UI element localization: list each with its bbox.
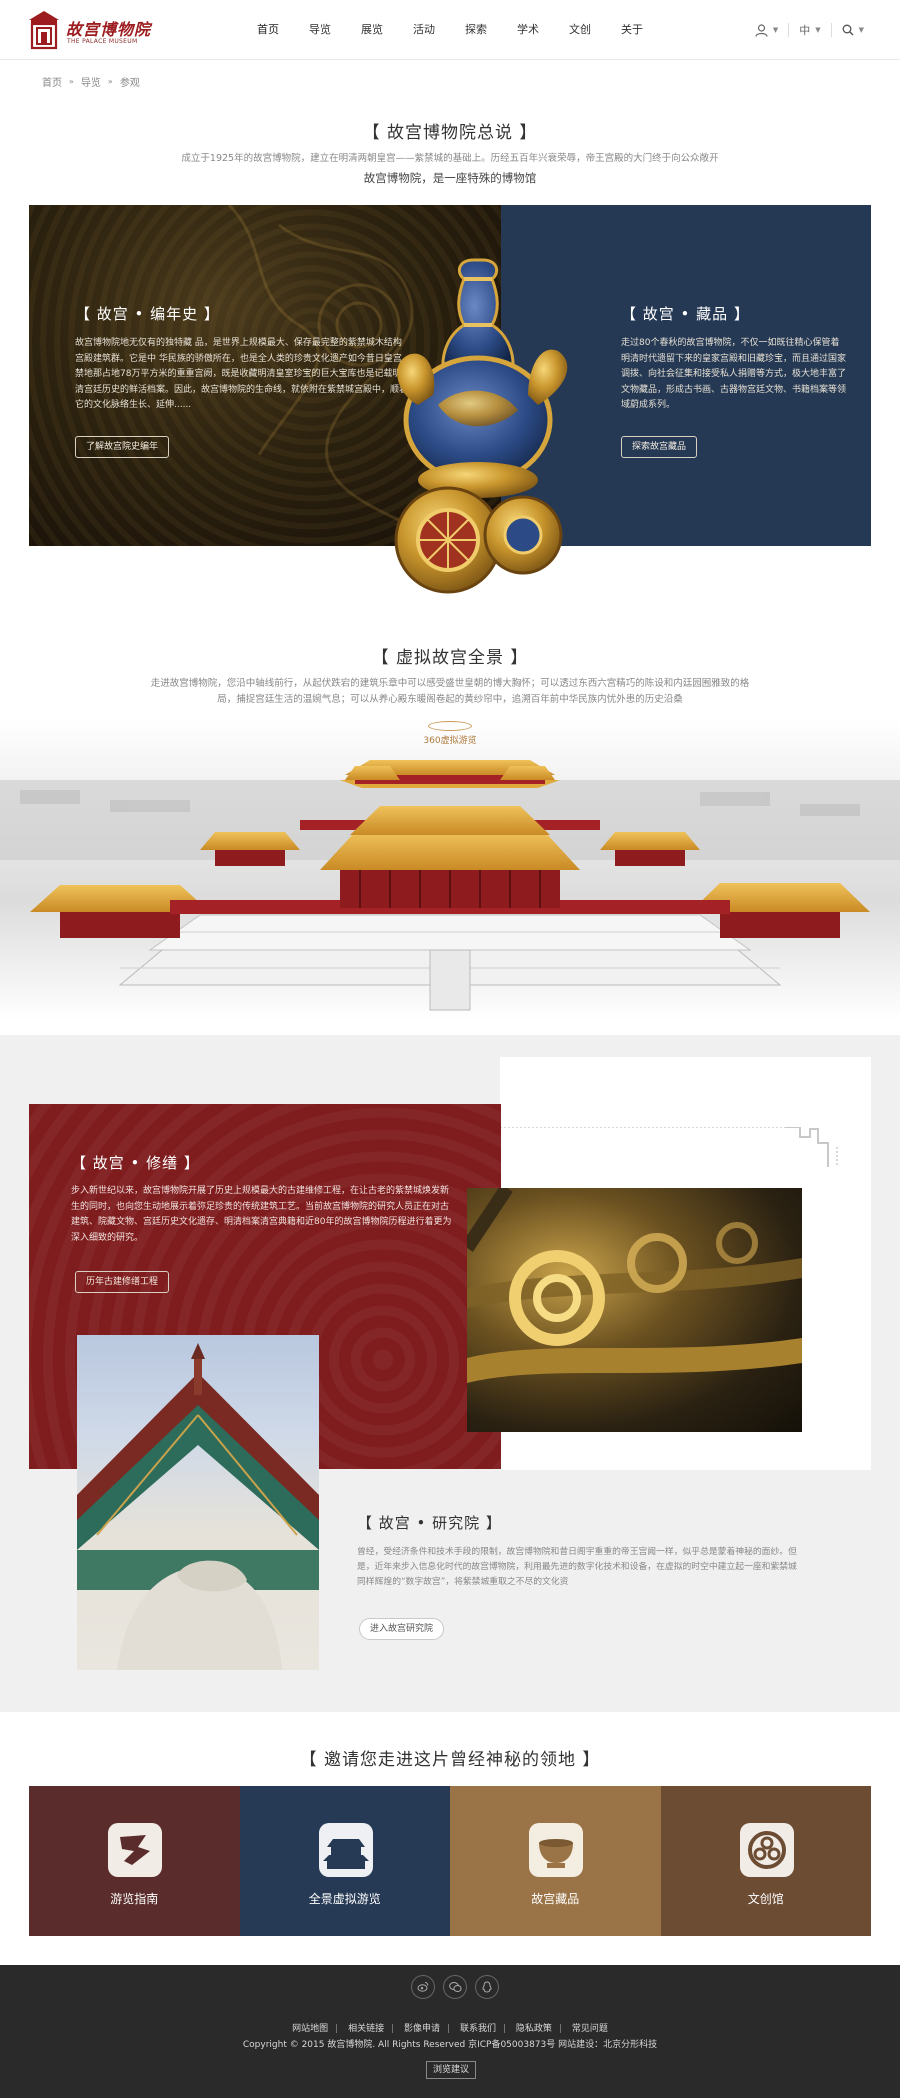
tile-label: 游览指南 bbox=[110, 1892, 159, 1906]
main-nav: 首页 导览 展览 活动 探索 学术 文创 关于 bbox=[242, 0, 658, 60]
nav-explore[interactable]: 探索 bbox=[450, 0, 502, 60]
chronicle-text: 故宫博物院地无仅有的独特藏 品，是世界上规模最大、保存最完整的紫禁城木结构宫殿建… bbox=[75, 338, 409, 410]
breadcrumb: 首页 » 导览 » 参观 bbox=[42, 74, 140, 89]
search-button[interactable]: ▼ bbox=[832, 24, 874, 36]
chevron-down-icon: ▼ bbox=[858, 26, 864, 34]
user-menu[interactable]: ▼ bbox=[745, 23, 788, 37]
overview-subtitle: 故宫博物院，是一座特殊的博物馆 bbox=[363, 171, 537, 185]
qq-icon[interactable] bbox=[475, 1975, 499, 1999]
logo-english-name: THE PALACE MUSEUM bbox=[67, 38, 138, 45]
cultural-creative-icon bbox=[739, 1823, 794, 1877]
divider: | bbox=[447, 2024, 451, 2034]
feedback-button[interactable]: 浏览建议 bbox=[426, 2061, 477, 2079]
palace-logo-icon bbox=[29, 11, 59, 50]
footer-link-image-request[interactable]: 影像申请 bbox=[404, 2024, 440, 2034]
invite-tiles: 游览指南 全景虚拟游览 故宫藏品 文创馆 bbox=[29, 1786, 871, 1936]
divider: | bbox=[558, 2024, 562, 2034]
footer-link-sitemap[interactable]: 网站地图 bbox=[292, 2024, 328, 2034]
language-label: 中 bbox=[799, 24, 811, 37]
restoration-text: 步入新世纪以来，故宫博物院开展了历史上规模最大的古建维修工程，在让古老的紫禁城焕… bbox=[71, 1186, 452, 1243]
nav-exhibitions[interactable]: 展览 bbox=[346, 0, 398, 60]
overview-description: 成立于1925年的故宫博物院，建立在明清两朝皇宫——紫禁城的基础上。历经五百年兴… bbox=[181, 153, 719, 164]
footer-link-privacy[interactable]: 隐私政策 bbox=[516, 2024, 552, 2034]
weibo-icon[interactable] bbox=[411, 1975, 435, 1999]
language-select[interactable]: 中 ▼ bbox=[789, 22, 830, 38]
cloisonne-vase-image bbox=[394, 258, 568, 594]
nav-guide[interactable]: 导览 bbox=[294, 0, 346, 60]
chevron-down-icon: ▼ bbox=[772, 26, 779, 34]
copyright-text: Copyright © 2015 故宫博物院. All Rights Reser… bbox=[242, 2040, 658, 2050]
user-icon bbox=[755, 23, 768, 37]
panorama-360-ring-icon bbox=[428, 721, 472, 731]
tile-collections[interactable]: 故宫藏品 bbox=[450, 1786, 661, 1936]
chronicle-heading: 【 故宫 • 编年史 】 bbox=[75, 305, 220, 323]
nav-academic[interactable]: 学术 bbox=[502, 0, 554, 60]
restoration-heading: 【 故宫 • 修缮 】 bbox=[71, 1154, 200, 1172]
invite-title: 【 邀请您走进这片曾经神秘的领地 】 bbox=[299, 1750, 601, 1770]
divider: | bbox=[502, 2024, 507, 2034]
collection-heading: 【 故宫 • 藏品 】 bbox=[621, 305, 750, 323]
research-text: 曾经，受经济条件和技术手段的限制，故宫博物院和昔日阁宇重重的帝王宫阙一样，似乎总… bbox=[357, 1547, 797, 1587]
logo-chinese-name: 故宫博物院 bbox=[66, 20, 152, 39]
chevron-down-icon: ▼ bbox=[815, 26, 821, 34]
gold-ornament-photo bbox=[467, 1188, 802, 1432]
chronicle-button[interactable]: 了解故宫院史编年 bbox=[75, 436, 170, 458]
nav-cultural-creative[interactable]: 文创 bbox=[554, 0, 606, 60]
breadcrumb-current: 参观 bbox=[119, 78, 140, 89]
fret-border-ornament bbox=[500, 1127, 838, 1167]
nav-about[interactable]: 关于 bbox=[606, 0, 658, 60]
virtual-title: 【 虚拟故宫全景 】 bbox=[371, 648, 529, 668]
tile-label: 故宫藏品 bbox=[531, 1892, 580, 1906]
breadcrumb-guide[interactable]: 导览 bbox=[81, 74, 101, 89]
virtual-description: 走进故宫博物院，您沿中轴线前行，从起伏跌宕的建筑乐章中可以感受盛世皇朝的博大胸怀… bbox=[150, 678, 750, 705]
guide-map-icon bbox=[108, 1823, 162, 1877]
nav-home[interactable]: 首页 bbox=[242, 0, 294, 60]
site-logo[interactable]: 故宫博物院 THE PALACE MUSEUM bbox=[28, 10, 158, 50]
collection-bowl-icon bbox=[529, 1823, 583, 1877]
tile-label: 文创馆 bbox=[747, 1892, 784, 1906]
overview-title: 【 故宫博物院总说 】 bbox=[362, 123, 538, 143]
footer-links: 网站地图 | 相关链接 | 影像申请 | 联系我们 | 隐私政策 | 常见问题 bbox=[0, 2021, 900, 2034]
roof-ridge-beast-image bbox=[77, 1343, 319, 1670]
divider: | bbox=[335, 2024, 339, 2034]
search-icon bbox=[842, 24, 854, 36]
footer-link-contact[interactable]: 联系我们 bbox=[460, 2024, 496, 2034]
research-button[interactable]: 进入故宫研究院 bbox=[359, 1618, 445, 1640]
forbidden-city-illustration bbox=[0, 760, 900, 1011]
panorama-360-label[interactable]: 360虚拟游览 bbox=[0, 733, 900, 746]
palace-roof-photo bbox=[77, 1335, 319, 1670]
footer-link-faq[interactable]: 常见问题 bbox=[572, 2024, 608, 2034]
header-tools: ▼ 中 ▼ ▼ bbox=[745, 0, 874, 60]
wechat-icon[interactable] bbox=[443, 1975, 467, 1999]
breadcrumb-home[interactable]: 首页 bbox=[42, 74, 62, 89]
social-links bbox=[407, 1975, 503, 1999]
tile-virtual-tour[interactable]: 全景虚拟游览 bbox=[239, 1786, 450, 1936]
gilded-railing-image bbox=[467, 1188, 802, 1383]
collection-button[interactable]: 探索故宫藏品 bbox=[621, 436, 698, 458]
tile-visit-guide[interactable]: 游览指南 bbox=[29, 1786, 240, 1936]
research-heading: 【 故宫 • 研究院 】 bbox=[357, 1514, 502, 1532]
tile-cultural-creative[interactable]: 文创馆 bbox=[660, 1786, 871, 1936]
nav-events[interactable]: 活动 bbox=[398, 0, 450, 60]
site-header: 故宫博物院 THE PALACE MUSEUM 首页 导览 展览 活动 探索 学… bbox=[0, 0, 900, 60]
divider: | bbox=[391, 2024, 395, 2034]
palace-panorama-icon bbox=[318, 1823, 373, 1877]
palace-panorama-image[interactable] bbox=[0, 720, 900, 1020]
chevron-right-icon: » bbox=[69, 77, 74, 86]
footer-link-related[interactable]: 相关链接 bbox=[348, 2024, 384, 2034]
chevron-right-icon: » bbox=[107, 77, 113, 86]
tile-label: 全景虚拟游览 bbox=[308, 1892, 381, 1906]
restoration-button[interactable]: 历年古建修缮工程 bbox=[75, 1271, 170, 1293]
collection-text: 走过80个春秋的故宫博物院，不仅一如既往精心保管着明清时代遗留下来的皇家宫殿和旧… bbox=[621, 338, 847, 410]
